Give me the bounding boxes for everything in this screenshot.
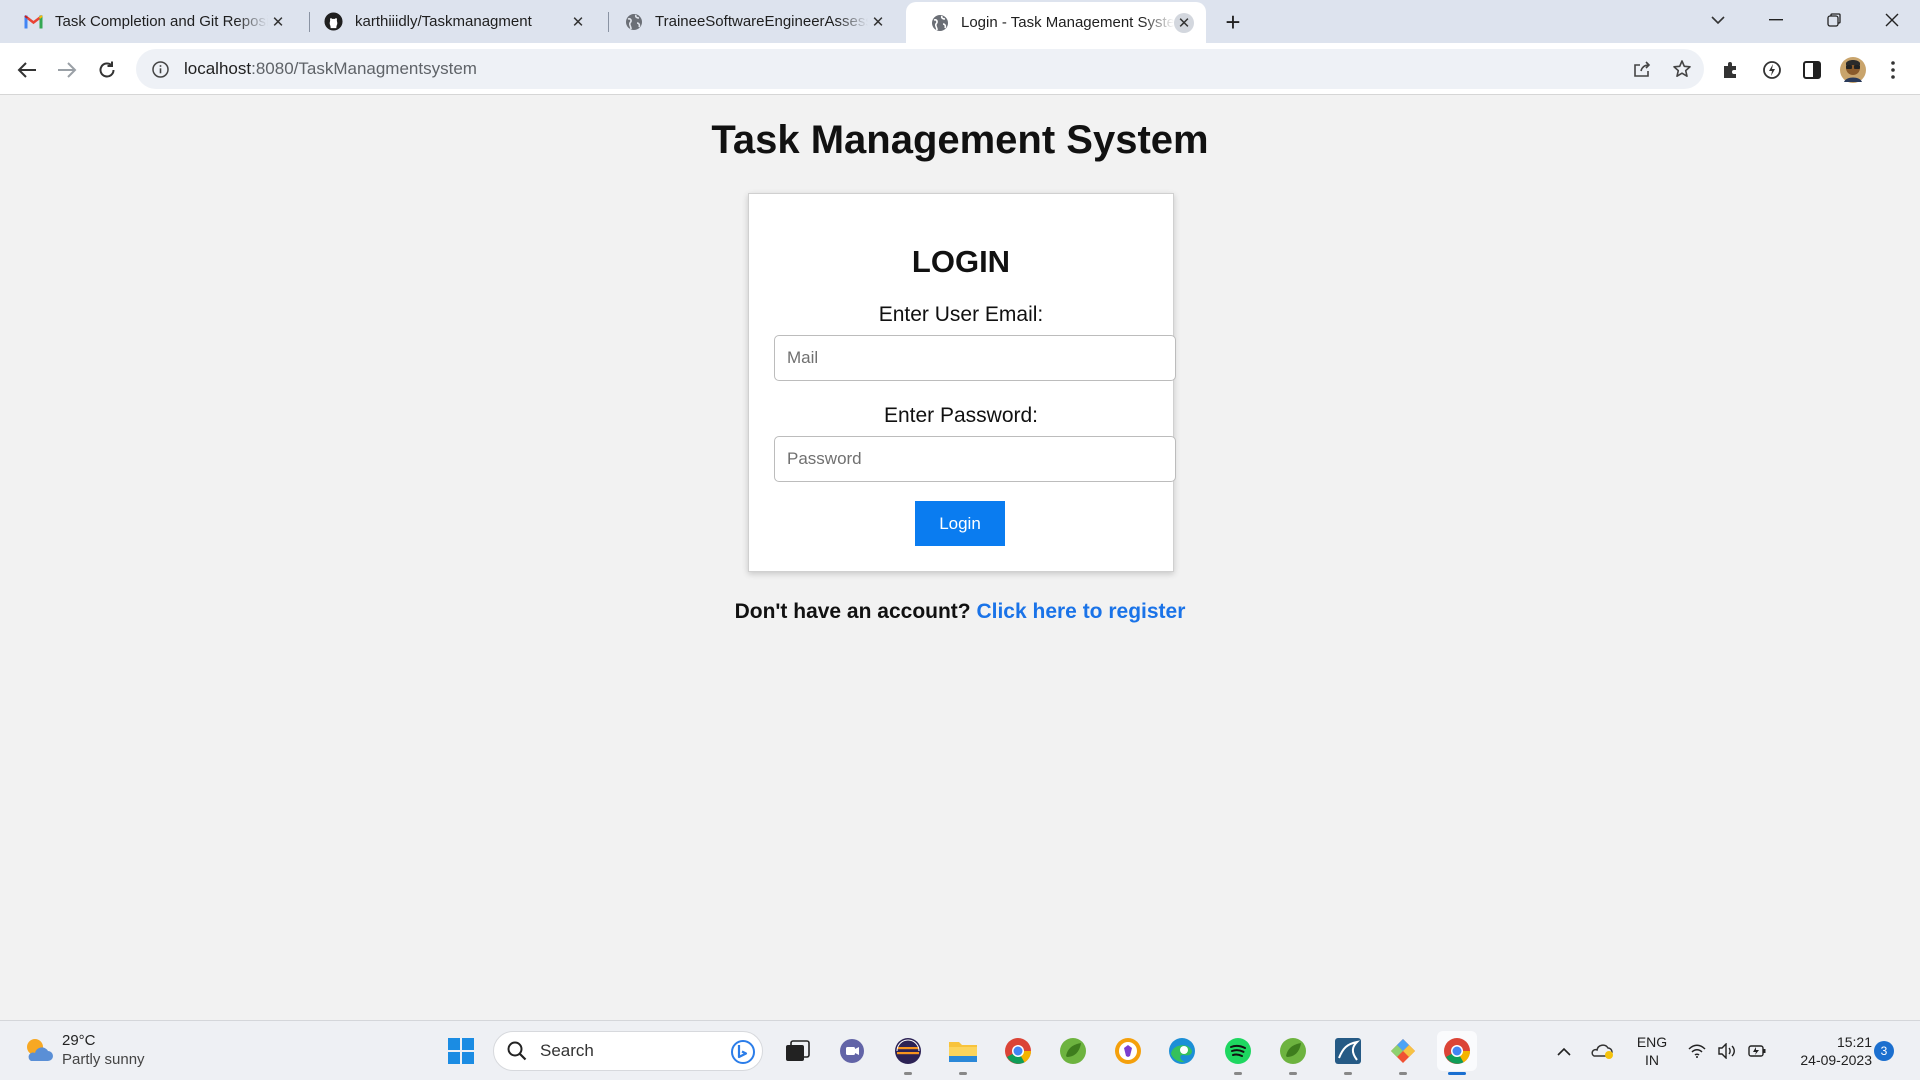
browser-toolbar: localhost:8080/TaskManagmentsystem bbox=[0, 43, 1920, 95]
spring-tools-icon[interactable] bbox=[1053, 1031, 1093, 1071]
spotify-icon[interactable] bbox=[1218, 1031, 1258, 1075]
mysql-workbench-icon[interactable] bbox=[1328, 1031, 1368, 1075]
running-indicator bbox=[904, 1072, 912, 1075]
bookmark-star-icon[interactable] bbox=[1666, 53, 1698, 85]
email-label: Enter User Email: bbox=[878, 303, 1044, 326]
register-row: Don't have an account? Click here to reg… bbox=[0, 600, 1920, 624]
extension-bolt-icon[interactable] bbox=[1755, 53, 1789, 87]
weather-condition: Partly sunny bbox=[62, 1051, 145, 1068]
tab-title: Login - Task Management System bbox=[961, 14, 1174, 31]
clock-time: 15:21 bbox=[1836, 1034, 1872, 1050]
active-indicator bbox=[1448, 1072, 1466, 1075]
globe-icon bbox=[930, 13, 949, 32]
taskbar-search[interactable]: Search bbox=[493, 1031, 763, 1071]
share-icon[interactable] bbox=[1626, 53, 1658, 85]
search-icon bbox=[506, 1040, 528, 1062]
volume-icon[interactable] bbox=[1714, 1021, 1740, 1080]
onedrive-icon[interactable] bbox=[1588, 1021, 1616, 1080]
show-hidden-icons-chevron-icon[interactable] bbox=[1552, 1021, 1576, 1080]
partly-sunny-icon bbox=[22, 1034, 54, 1066]
running-indicator bbox=[1289, 1072, 1297, 1075]
wifi-icon[interactable] bbox=[1684, 1021, 1710, 1080]
restore-button[interactable] bbox=[1806, 0, 1862, 40]
eclipse-icon[interactable] bbox=[888, 1031, 928, 1075]
search-placeholder: Search bbox=[540, 1041, 594, 1060]
register-prompt: Don't have an account? bbox=[734, 600, 971, 623]
page-content: Task Management System LOGIN Enter User … bbox=[0, 96, 1920, 1020]
close-icon[interactable]: ✕ bbox=[568, 12, 588, 32]
chrome-icon[interactable] bbox=[998, 1031, 1038, 1071]
running-indicator bbox=[959, 1072, 967, 1075]
tab-title: Task Completion and Git Repository bbox=[55, 13, 268, 30]
url-host: localhost bbox=[184, 59, 252, 78]
browser-tab-strip: Task Completion and Git Repository ✕ kar… bbox=[0, 0, 1920, 43]
language-code: ENG bbox=[1636, 1034, 1668, 1050]
menu-kebab-icon[interactable] bbox=[1876, 53, 1910, 87]
clock-date: 24-09-2023 bbox=[1800, 1052, 1872, 1068]
weather-widget[interactable]: 29°C Partly sunny bbox=[22, 1031, 145, 1069]
password-field[interactable] bbox=[774, 436, 1176, 482]
bing-icon[interactable] bbox=[730, 1039, 756, 1065]
tab-title: TraineeSoftwareEngineerAssessment bbox=[655, 13, 868, 30]
login-heading: LOGIN bbox=[911, 244, 1011, 279]
taskbar: 29°C Partly sunny Search ENG IN 15:21 24… bbox=[0, 1020, 1920, 1080]
chrome-active-icon[interactable] bbox=[1437, 1031, 1477, 1075]
minimize-button[interactable] bbox=[1748, 0, 1804, 40]
new-tab-button[interactable]: + bbox=[1218, 7, 1248, 37]
globe-icon bbox=[624, 12, 643, 31]
login-button[interactable]: Login bbox=[915, 501, 1005, 546]
window-close-button[interactable] bbox=[1864, 0, 1920, 40]
start-button[interactable] bbox=[441, 1031, 481, 1071]
page-title: Task Management System bbox=[711, 118, 1209, 162]
reload-button[interactable] bbox=[90, 53, 124, 87]
running-indicator bbox=[1234, 1072, 1242, 1075]
tab-title: karthiiidly/Taskmanagment bbox=[355, 13, 532, 30]
tab-assessment[interactable]: TraineeSoftwareEngineerAssessment ✕ bbox=[600, 0, 900, 43]
address-bar[interactable]: localhost:8080/TaskManagmentsystem bbox=[136, 49, 1704, 89]
close-icon[interactable]: ✕ bbox=[868, 12, 888, 32]
tab-github[interactable]: karthiiidly/Taskmanagment ✕ bbox=[300, 0, 600, 43]
edge-icon[interactable] bbox=[1162, 1031, 1202, 1071]
github-icon bbox=[324, 12, 343, 31]
tab-search-chevron-icon[interactable] bbox=[1690, 0, 1746, 40]
back-button[interactable] bbox=[10, 53, 44, 87]
git-tool-icon[interactable] bbox=[1383, 1031, 1423, 1075]
tab-gmail[interactable]: Task Completion and Git Repository ✕ bbox=[0, 0, 300, 43]
spring-tools-2-icon[interactable] bbox=[1273, 1031, 1313, 1075]
language-indicator[interactable]: ENG IN bbox=[1634, 1033, 1670, 1069]
info-icon[interactable] bbox=[150, 59, 170, 79]
register-link[interactable]: Click here to register bbox=[976, 600, 1185, 623]
side-panel-icon[interactable] bbox=[1795, 53, 1829, 87]
tab-login-active[interactable]: Login - Task Management System ✕ bbox=[906, 2, 1206, 43]
password-label: Enter Password: bbox=[883, 404, 1039, 427]
weather-temperature: 29°C bbox=[62, 1032, 96, 1049]
notification-badge[interactable]: 3 bbox=[1874, 1041, 1894, 1061]
language-region: IN bbox=[1645, 1052, 1659, 1068]
task-view-icon[interactable] bbox=[778, 1031, 818, 1071]
profile-avatar[interactable] bbox=[1836, 53, 1870, 87]
extensions-puzzle-icon[interactable] bbox=[1714, 53, 1748, 87]
close-icon[interactable]: ✕ bbox=[1174, 12, 1194, 33]
email-field[interactable] bbox=[774, 335, 1176, 381]
login-card: LOGIN Enter User Email: Enter Password: … bbox=[748, 193, 1176, 572]
file-explorer-icon[interactable] bbox=[943, 1031, 983, 1075]
close-icon[interactable]: ✕ bbox=[268, 12, 288, 32]
running-indicator bbox=[1399, 1072, 1407, 1075]
taskbar-clock[interactable]: 15:21 24-09-2023 bbox=[1782, 1033, 1872, 1069]
gmail-icon bbox=[24, 12, 43, 31]
running-indicator bbox=[1344, 1072, 1352, 1075]
battery-charging-icon[interactable] bbox=[1744, 1021, 1770, 1080]
forward-button[interactable] bbox=[50, 53, 84, 87]
url-path: :8080/TaskManagmentsystem bbox=[251, 59, 477, 78]
brave-icon[interactable] bbox=[1108, 1031, 1148, 1071]
teams-chat-icon[interactable] bbox=[832, 1031, 872, 1071]
